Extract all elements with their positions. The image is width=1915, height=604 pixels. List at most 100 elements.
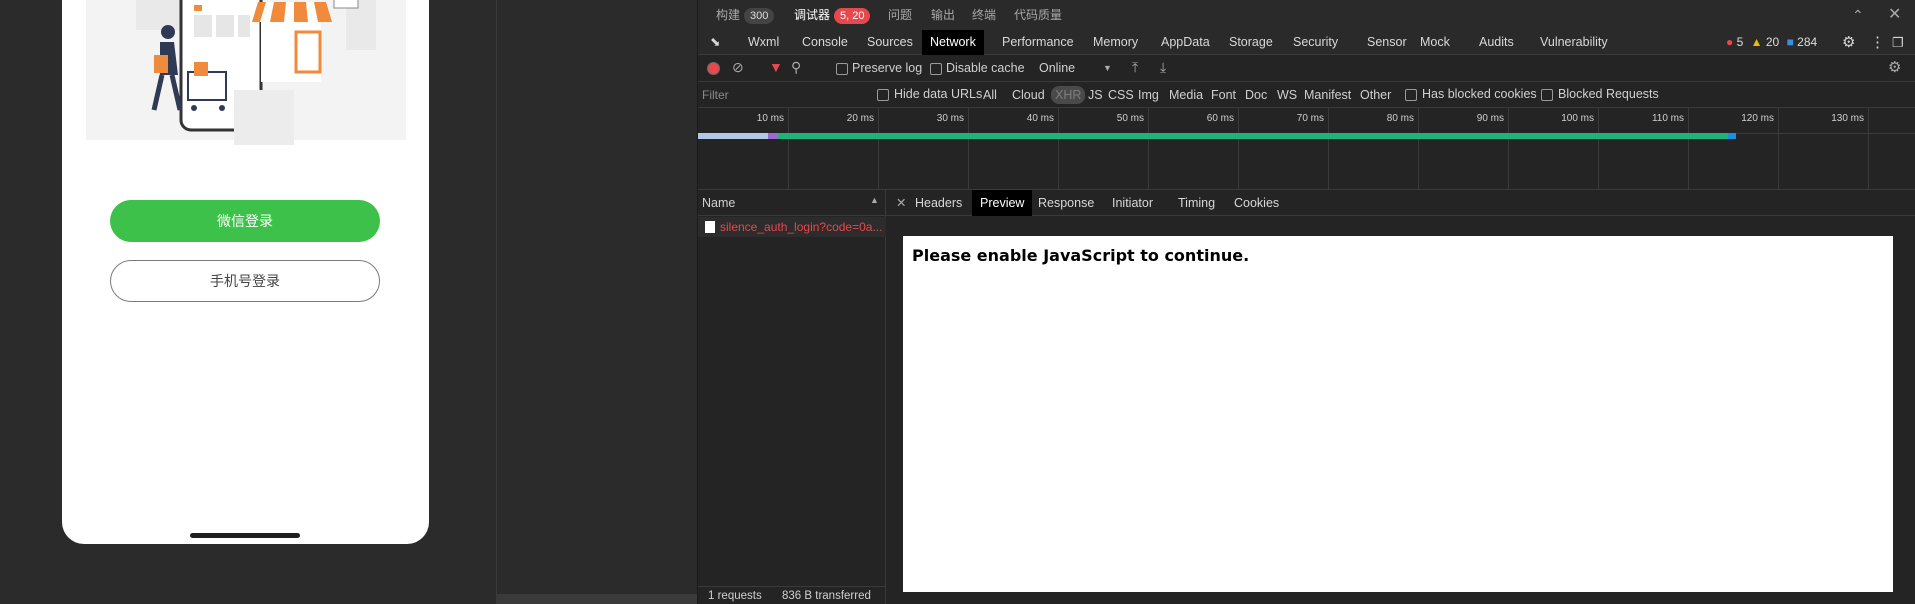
chevron-up-icon[interactable]: ⌃ (1852, 0, 1864, 30)
has-blocked-cookies-label: Has blocked cookies (1422, 87, 1537, 101)
tab-vulnerability[interactable]: Vulnerability (1532, 30, 1616, 55)
tab-appdata[interactable]: AppData (1153, 30, 1218, 55)
timeline-tick-label: 30 ms (936, 113, 964, 124)
tab-timing[interactable]: Timing (1170, 190, 1223, 216)
disable-cache-checkbox[interactable] (930, 63, 942, 75)
filter-type-cloud[interactable]: Cloud (1012, 88, 1045, 102)
filter-type-css[interactable]: CSS (1108, 88, 1134, 102)
sort-arrow-icon: ▲ (870, 195, 879, 205)
document-icon (705, 221, 715, 233)
tab-response[interactable]: Response (1030, 190, 1102, 216)
devtools-top-tabs: 构建 300 调试器 5, 20 问题 输出 终端 代码质量 ⌃ ✕ (698, 0, 1915, 30)
upload-icon[interactable]: ⤒ (1132, 59, 1138, 76)
timeline-tick-label: 120 ms (1741, 113, 1774, 124)
tab-sources[interactable]: Sources (859, 30, 921, 55)
has-blocked-cookies-checkbox[interactable] (1405, 89, 1417, 101)
dock-icon[interactable]: ❐ (1884, 30, 1912, 55)
waterfall-receive-segment (778, 133, 1728, 139)
message-icon: ■ (1786, 35, 1794, 49)
network-toolbar: ⊘ ▼ ⚲ Preserve log Disable cache Online ▼… (698, 56, 1915, 82)
tab-build[interactable]: 构建 300 (716, 0, 775, 30)
tab-memory[interactable]: Memory (1085, 30, 1146, 55)
settings-icon[interactable]: ⚙ (1888, 58, 1901, 76)
tab-network[interactable]: Network (922, 30, 984, 55)
filter-input[interactable]: Filter (702, 87, 862, 103)
tab-security[interactable]: Security (1285, 30, 1346, 55)
tab-console[interactable]: Console (794, 30, 856, 55)
filter-type-other[interactable]: Other (1360, 88, 1391, 102)
tab-headers[interactable]: Headers (907, 190, 970, 216)
timeline-gridline (1148, 108, 1149, 190)
filter-type-xhr[interactable]: XHR (1051, 86, 1086, 104)
filter-type-img[interactable]: Img (1138, 88, 1159, 102)
gap-scrollbar[interactable] (496, 594, 697, 604)
gear-icon[interactable]: ⚙ (1834, 30, 1863, 55)
tab-mock[interactable]: Mock (1412, 30, 1458, 55)
tab-code-quality[interactable]: 代码质量 (1014, 0, 1062, 30)
chevron-down-icon: ▼ (1103, 63, 1112, 73)
name-column-header[interactable]: Name ▲ (698, 190, 886, 216)
tab-debugger-label: 调试器 (794, 8, 831, 22)
inspect-icon[interactable]: ⬊ (702, 30, 728, 55)
hide-data-urls-checkbox[interactable] (877, 89, 889, 101)
table-row[interactable]: silence_auth_login?code=0a... (698, 217, 886, 237)
status-bar: 1 requests 836 B transferred (698, 586, 886, 604)
close-icon[interactable]: ✕ (1888, 0, 1901, 30)
clear-icon[interactable]: ⊘ (732, 59, 744, 76)
tab-audits[interactable]: Audits (1471, 30, 1522, 55)
tab-sensor[interactable]: Sensor (1359, 30, 1415, 55)
timeline-gridline (1238, 108, 1239, 190)
filter-type-font[interactable]: Font (1211, 88, 1236, 102)
tab-performance[interactable]: Performance (994, 30, 1082, 55)
console-counts[interactable]: ● 5 ▲ 20 ■ 284 (1726, 35, 1817, 49)
network-timeline[interactable]: 10 ms 20 ms 30 ms 40 ms 50 ms 60 ms 70 ms 80 ms… (698, 108, 1915, 190)
name-header-label: Name (702, 196, 736, 210)
filter-type-media[interactable]: Media (1169, 88, 1203, 102)
timeline-tick-label: 50 ms (1116, 113, 1144, 124)
tab-build-label: 构建 (716, 8, 741, 22)
filter-icon[interactable]: ▼ (769, 59, 783, 75)
waterfall-wait-segment (768, 133, 778, 139)
timeline-gridline (1598, 108, 1599, 190)
blocked-requests-checkbox[interactable] (1541, 89, 1553, 101)
search-icon[interactable]: ⚲ (791, 59, 801, 76)
record-icon[interactable] (707, 62, 720, 75)
hide-data-urls-label: Hide data URLs (894, 87, 983, 101)
preview-pane: Please enable JavaScript to continue. (903, 236, 1893, 592)
message-count: 284 (1797, 35, 1818, 49)
shopping-illustration (76, 0, 414, 150)
filter-type-all[interactable]: All (983, 88, 997, 102)
timeline-tick-label: 100 ms (1561, 113, 1594, 124)
timeline-tick-label: 20 ms (846, 113, 874, 124)
preserve-log-label: Preserve log (852, 61, 923, 75)
filter-type-ws[interactable]: WS (1277, 88, 1297, 102)
tab-storage[interactable]: Storage (1221, 30, 1281, 55)
tab-initiator[interactable]: Initiator (1104, 190, 1161, 216)
tab-cookies[interactable]: Cookies (1226, 190, 1287, 216)
throttle-select[interactable]: Online ▼ (1039, 61, 1119, 75)
request-list: Name ▲ silence_auth_login?code=0a... 1 r… (698, 190, 886, 604)
tab-output[interactable]: 输出 (931, 0, 955, 30)
tab-terminal[interactable]: 终端 (972, 0, 996, 30)
preview-text: Please enable JavaScript to continue. (912, 246, 1250, 265)
preserve-log-checkbox[interactable] (836, 63, 848, 75)
tab-preview[interactable]: Preview (972, 190, 1033, 216)
request-name: silence_auth_login?code=0a... (720, 220, 883, 234)
editor-gap-panel (496, 0, 697, 604)
tab-debugger[interactable]: 调试器 5, 20 (794, 0, 871, 30)
filter-type-doc[interactable]: Doc (1245, 88, 1267, 102)
error-count: 5 (1736, 35, 1744, 49)
timeline-tick-label: 80 ms (1386, 113, 1414, 124)
warning-count: 20 (1765, 35, 1780, 49)
tab-wxml[interactable]: Wxml (740, 30, 787, 55)
wechat-login-button[interactable]: 微信登录 (110, 200, 380, 242)
phone-login-button[interactable]: 手机号登录 (110, 260, 380, 302)
filter-type-js[interactable]: JS (1088, 88, 1103, 102)
download-icon[interactable]: ⤓ (1160, 59, 1166, 76)
filter-type-manifest[interactable]: Manifest (1304, 88, 1351, 102)
tab-problems[interactable]: 问题 (888, 0, 912, 30)
detail-tabs: ✕ Headers Preview Response Initiator Tim… (886, 190, 1915, 216)
simulator-panel: 微信登录 手机号登录 (0, 0, 496, 604)
blocked-requests-label: Blocked Requests (1558, 87, 1659, 101)
transferred-size: 836 B transferred (782, 590, 871, 602)
